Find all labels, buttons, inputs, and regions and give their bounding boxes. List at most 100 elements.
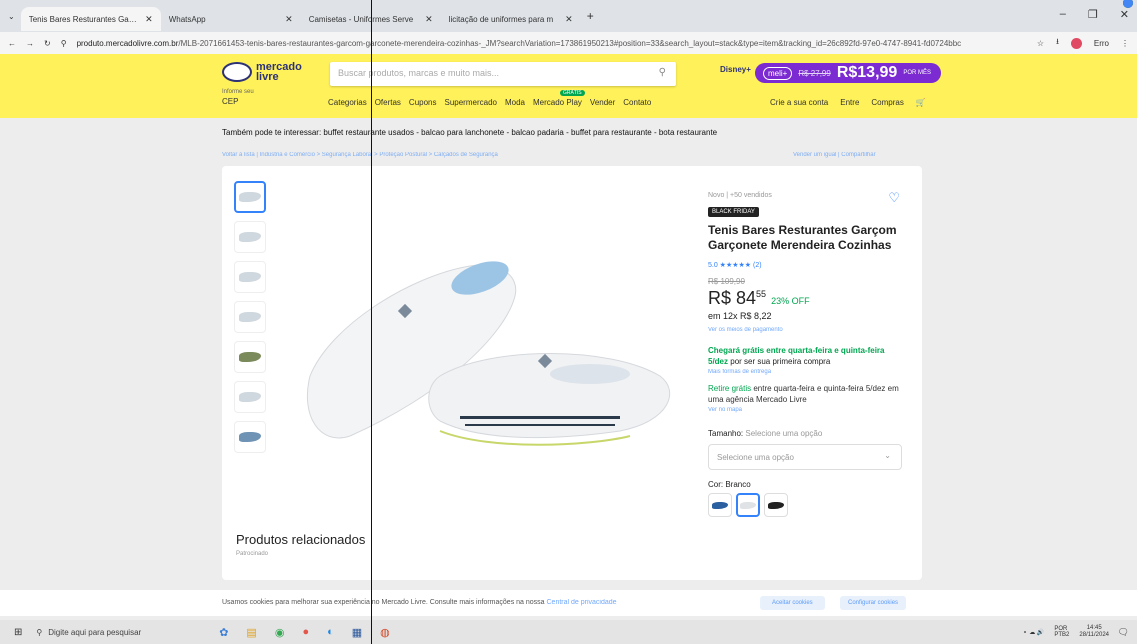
profile-avatar[interactable] [1070, 37, 1082, 49]
tab-search-icon[interactable]: ⌄ [8, 12, 15, 21]
chrome-icon[interactable]: ◉ [275, 626, 285, 639]
tab-whatsapp[interactable]: WhatsApp ✕ [161, 0, 1133, 31]
product-buybox: Novo | +50 vendidos ♡ BLACK FRIDAY Tenis… [708, 190, 904, 517]
configure-cookies-button[interactable]: Configurar cookies [840, 596, 907, 610]
tab-label: WhatsApp [168, 14, 206, 24]
download-icon[interactable]: ⭳ [1056, 36, 1059, 50]
clock[interactable]: 14:45 28/11/2024 [1079, 625, 1109, 639]
nav-moda[interactable]: Moda [505, 98, 525, 107]
purchases-link[interactable]: Compras [871, 98, 903, 107]
search-input[interactable]: Buscar produtos, marcas e muito mais... … [330, 62, 676, 86]
word-icon[interactable]: ▦ [352, 626, 362, 639]
nav-ofertas[interactable]: Ofertas [375, 98, 401, 107]
error-label[interactable]: Erro [1094, 39, 1109, 48]
pickup-green: Retire grátis [708, 384, 752, 393]
reload-icon[interactable]: ↻ [44, 39, 51, 48]
rating[interactable]: 5.0 ★★★★★ (2) [708, 261, 904, 269]
forward-icon[interactable]: → [26, 39, 34, 48]
cep-selector[interactable]: Informe seu CEP [222, 88, 254, 106]
color-swatch-black[interactable] [764, 493, 788, 517]
shoe-swatch-image [740, 501, 756, 509]
close-window-icon[interactable]: ✕ [1120, 8, 1129, 21]
thumbnail[interactable] [234, 381, 266, 413]
related-sub: Patrocinado [236, 551, 269, 557]
nav-contato[interactable]: Contato [623, 98, 651, 107]
tab-label: Tenis Bares Resturantes Garço [28, 14, 140, 24]
thumbnail[interactable] [234, 181, 266, 213]
taskbar-app-icon[interactable]: ◍ [380, 626, 390, 639]
color-swatch-white[interactable] [736, 493, 760, 517]
payment-methods-link[interactable]: Ver os meios de pagamento [708, 327, 904, 333]
disney-logo[interactable]: Disney+ [720, 65, 751, 74]
nav-cupons[interactable]: Cupons [409, 98, 437, 107]
related-title: Produtos relacionados [236, 532, 366, 547]
file-explorer-icon[interactable]: ▤ [246, 626, 256, 639]
minimize-icon[interactable]: – [1060, 8, 1066, 21]
shoe-thumbnail-image [239, 312, 261, 322]
url-domain: produto.mercadolivre.com.br [76, 38, 179, 48]
nav-mercado-play[interactable]: Mercado Play [533, 98, 582, 107]
old-price: R$ 109,90 [708, 277, 745, 286]
site-info-icon[interactable]: ⚲ [61, 39, 67, 48]
shoe-thumbnail-image [239, 392, 261, 402]
bookmark-star-icon[interactable]: ☆ [1037, 39, 1044, 48]
shipping-options-link[interactable]: Mais formas de entrega [708, 369, 904, 375]
thumbnail[interactable] [234, 221, 266, 253]
windows-start-icon[interactable]: ⊞ [14, 627, 22, 638]
size-label-text: Tamanho: [708, 429, 744, 438]
cart-icon[interactable]: 🛒 [916, 98, 926, 107]
thumbnail[interactable] [234, 421, 266, 453]
search-icon[interactable]: ⚲ [659, 67, 666, 78]
product-main-image[interactable] [290, 206, 680, 526]
window-controls: – ❐ ✕ [1060, 8, 1129, 21]
nav-categorias[interactable]: Categorias [328, 98, 367, 107]
new-tab-button[interactable]: + [587, 9, 594, 23]
mercadolivre-logo[interactable]: mercado livre [222, 62, 302, 83]
edge-icon[interactable]: ◐ [327, 626, 334, 639]
search-icon: ⚲ [36, 627, 43, 637]
shipping-rest: por ser sua primeira compra [728, 357, 831, 366]
taskbar-app-icon[interactable]: ● [302, 626, 309, 639]
create-account-link[interactable]: Crie a sua conta [770, 98, 828, 107]
price: R$ 8455 23% OFF [708, 288, 904, 309]
url-field[interactable]: produto.mercadolivre.com.br/MLB-20716614… [77, 39, 1027, 48]
menu-icon[interactable]: ⋮ [1121, 39, 1129, 48]
taskbar-search-placeholder: Digite aqui para pesquisar [48, 627, 142, 637]
size-select[interactable]: Selecione uma opção ⌄ [708, 444, 902, 470]
site-header: mercado livre Buscar produtos, marcas e m… [0, 54, 1137, 118]
thumbnail-list [234, 181, 266, 453]
breadcrumb[interactable]: Voltar à lista | Indústria e Comércio > … [222, 152, 498, 158]
shoe-thumbnail-image [239, 352, 261, 362]
taskbar-app-icon[interactable]: ✿ [219, 626, 228, 639]
tab-label: licitação de uniformes para m [448, 14, 554, 24]
notifications-icon[interactable]: 🗨 [1118, 627, 1129, 638]
privacy-link[interactable]: Central de privacidade [547, 599, 617, 606]
tab-mercadolivre[interactable]: Tenis Bares Resturantes Garço ✕ [20, 0, 1133, 31]
nav-vender[interactable]: Vender [590, 98, 615, 107]
accept-cookies-button[interactable]: Aceitar cookies [760, 596, 825, 610]
login-link[interactable]: Entre [840, 98, 859, 107]
keyboard-language[interactable]: POR PTB2 [1054, 626, 1069, 638]
favorite-heart-icon[interactable]: ♡ [888, 190, 900, 206]
close-tab-icon[interactable]: ✕ [425, 14, 433, 25]
share-links[interactable]: Vender um igual | Compartilhar [793, 152, 876, 158]
restore-icon[interactable]: ❐ [1088, 8, 1098, 21]
cookie-text: Usamos cookies para melhorar sua experiê… [222, 599, 545, 606]
tab-google-search[interactable]: licitação de uniformes para m ✕ [441, 0, 1133, 31]
close-tab-icon[interactable]: ✕ [145, 14, 153, 25]
related-searches[interactable]: Também pode te interessar: buffet restau… [222, 128, 717, 137]
thumbnail[interactable] [234, 261, 266, 293]
color-swatch-blue[interactable] [708, 493, 732, 517]
tray-icons[interactable]: ⚬ ☁ 🔊 [1023, 629, 1045, 636]
close-tab-icon[interactable]: ✕ [565, 14, 573, 25]
cep-small-label: Informe seu [222, 89, 254, 95]
back-icon[interactable]: ← [8, 39, 16, 48]
nav-supermercado[interactable]: Supermercado [445, 98, 497, 107]
thumbnail[interactable] [234, 341, 266, 373]
taskbar-search[interactable]: ⚲ Digite aqui para pesquisar [36, 628, 141, 637]
shoe-thumbnail-image [239, 232, 261, 242]
meli-plus-banner[interactable]: meli+ R$ 27,99 R$13,99 POR MÊS [755, 63, 942, 83]
close-tab-icon[interactable]: ✕ [285, 14, 293, 25]
thumbnail[interactable] [234, 301, 266, 333]
map-link[interactable]: Ver no mapa [708, 407, 904, 413]
